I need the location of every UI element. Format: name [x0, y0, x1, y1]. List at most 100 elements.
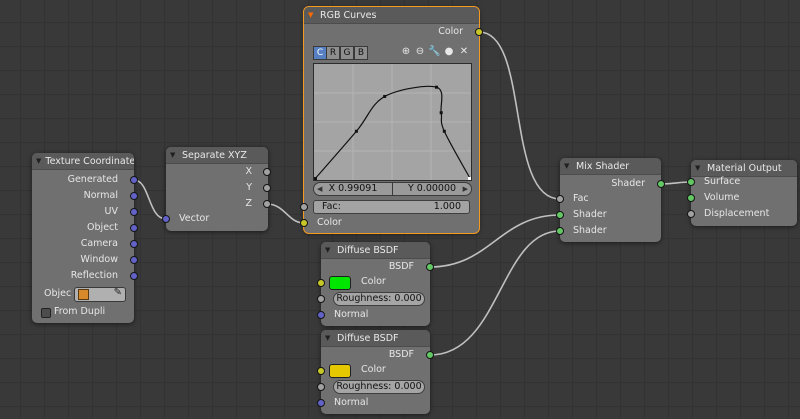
- from-dupli-label: From Dupli: [54, 306, 106, 317]
- roughness-field[interactable]: Roughness: 0.000: [333, 292, 425, 306]
- diffuse-bsdf-node-1[interactable]: ▼ Diffuse BSDF BSDF Color Roughness: 0.0…: [321, 242, 430, 326]
- collapse-triangle-icon[interactable]: ▼: [564, 162, 572, 170]
- socket-displacement[interactable]: [687, 210, 695, 218]
- output-bsdf: BSDF: [388, 349, 414, 360]
- collapse-triangle-icon[interactable]: ▼: [325, 246, 333, 254]
- socket-normal-2[interactable]: [317, 399, 325, 407]
- mix-shader-header[interactable]: ▼ Mix Shader: [560, 158, 661, 175]
- curve-toolbar: C R G B ⊕ ⊖ 🔧 ● ✕: [304, 43, 479, 61]
- input-vector: Vector: [179, 213, 210, 224]
- output-x: X: [245, 166, 252, 177]
- curve-control-point[interactable]: [468, 177, 471, 180]
- output-normal: Normal: [83, 190, 118, 201]
- diffuse-bsdf-header[interactable]: ▼ Diffuse BSDF: [321, 242, 430, 259]
- collapse-triangle-icon[interactable]: ▼: [36, 157, 41, 165]
- output-reflection: Reflection: [70, 270, 118, 281]
- socket-curves-color-in[interactable]: [300, 219, 308, 227]
- x-coordinate-field[interactable]: ◀ X 0.99091: [313, 182, 393, 196]
- socket-reflection[interactable]: [130, 272, 138, 280]
- node-title: Diffuse BSDF: [337, 244, 399, 256]
- socket-surface[interactable]: [687, 178, 695, 186]
- rgb-curves-header[interactable]: ▼ RGB Curves: [304, 7, 479, 24]
- socket-bsdf-2[interactable]: [426, 351, 434, 359]
- increment-arrow-icon[interactable]: ▶: [463, 183, 468, 195]
- curve-control-point[interactable]: [314, 177, 317, 180]
- socket-roughness-2[interactable]: [317, 383, 325, 391]
- output-camera: Camera: [80, 238, 118, 249]
- material-output-node[interactable]: ▼ Material Output Surface Volume Displac…: [691, 160, 797, 226]
- from-dupli-checkbox[interactable]: [41, 308, 51, 318]
- curve-control-point[interactable]: [354, 129, 358, 133]
- zoom-in-icon[interactable]: ⊕: [400, 45, 412, 59]
- diffuse-bsdf-node-2[interactable]: ▼ Diffuse BSDF BSDF Color Roughness: 0.0…: [321, 330, 430, 414]
- channel-tab-g[interactable]: G: [340, 46, 354, 60]
- socket-window[interactable]: [130, 256, 138, 264]
- curve-control-point[interactable]: [439, 111, 443, 115]
- channel-tab-r[interactable]: R: [326, 46, 340, 60]
- separate-xyz-header[interactable]: ▼ Separate XYZ: [166, 147, 268, 164]
- socket-mix-shader-2[interactable]: [556, 227, 564, 235]
- output-color: Color: [438, 26, 463, 37]
- link-generated-to-vector: [133, 179, 167, 220]
- socket-mix-shader-out[interactable]: [657, 180, 665, 188]
- collapse-triangle-icon[interactable]: ▼: [695, 164, 703, 172]
- diffuse-bsdf-header[interactable]: ▼ Diffuse BSDF: [321, 330, 430, 347]
- cube-icon: [78, 289, 89, 300]
- socket-mix-shader-1[interactable]: [556, 211, 564, 219]
- y-coordinate-field[interactable]: Y 0.00000 ▶: [392, 182, 472, 196]
- collapse-triangle-icon[interactable]: ▼: [170, 151, 178, 159]
- socket-volume[interactable]: [687, 194, 695, 202]
- object-field[interactable]: ✎: [74, 287, 126, 302]
- link-diffuse2-to-shader: [429, 230, 561, 356]
- socket-object[interactable]: [130, 224, 138, 232]
- socket-z[interactable]: [263, 200, 271, 208]
- socket-normal[interactable]: [130, 192, 138, 200]
- curve-control-point[interactable]: [383, 94, 387, 98]
- socket-camera[interactable]: [130, 240, 138, 248]
- output-shader: Shader: [611, 178, 645, 189]
- fac-field[interactable]: Fac: 1.000: [313, 200, 470, 214]
- color-label: Color: [361, 364, 386, 375]
- rgb-curves-node[interactable]: ▼ RGB Curves Color C R G B ⊕ ⊖ 🔧 ● ✕ ◀ X…: [304, 7, 479, 233]
- socket-curves-color-out[interactable]: [475, 28, 483, 36]
- socket-roughness-1[interactable]: [317, 295, 325, 303]
- color-swatch[interactable]: [329, 364, 351, 378]
- output-window: Window: [80, 254, 118, 265]
- wrench-icon[interactable]: 🔧: [428, 45, 440, 59]
- collapse-triangle-icon[interactable]: ▼: [308, 11, 316, 19]
- channel-tab-b[interactable]: B: [354, 46, 368, 60]
- node-title: RGB Curves: [320, 9, 377, 21]
- curve-control-point[interactable]: [442, 129, 446, 133]
- mix-shader-node[interactable]: ▼ Mix Shader Shader Fac Shader Shader: [560, 158, 661, 242]
- collapse-triangle-icon[interactable]: ▼: [325, 334, 333, 342]
- texture-coordinate-header[interactable]: ▼ Texture Coordinate: [32, 153, 134, 170]
- separate-xyz-node[interactable]: ▼ Separate XYZ X Y Z Vector: [166, 147, 268, 231]
- socket-color-2[interactable]: [317, 367, 325, 375]
- socket-uv[interactable]: [130, 208, 138, 216]
- link-curves-color-to-fac: [478, 31, 561, 200]
- socket-vector[interactable]: [162, 215, 170, 223]
- eyedropper-icon[interactable]: ✎: [114, 287, 122, 298]
- socket-x[interactable]: [263, 168, 271, 176]
- socket-fac[interactable]: [300, 203, 308, 211]
- roughness-field[interactable]: Roughness: 0.000: [333, 380, 425, 394]
- socket-y[interactable]: [263, 184, 271, 192]
- close-icon[interactable]: ✕: [458, 45, 470, 59]
- point-icon[interactable]: ●: [443, 45, 455, 59]
- socket-normal-1[interactable]: [317, 311, 325, 319]
- curve-graph[interactable]: [313, 63, 472, 181]
- decrement-arrow-icon[interactable]: ◀: [317, 183, 322, 195]
- curve-control-point[interactable]: [434, 85, 438, 89]
- curve-points: [314, 85, 471, 180]
- y-coordinate: Y 0.00000: [407, 183, 457, 194]
- output-object: Object: [87, 222, 118, 233]
- zoom-out-icon[interactable]: ⊖: [414, 45, 426, 59]
- curve-line: [314, 85, 471, 180]
- socket-color-1[interactable]: [317, 279, 325, 287]
- socket-bsdf-1[interactable]: [426, 263, 434, 271]
- texture-coordinate-node[interactable]: ▼ Texture Coordinate Generated Normal UV…: [32, 153, 134, 323]
- color-swatch[interactable]: [329, 276, 351, 290]
- channel-tab-c[interactable]: C: [313, 46, 327, 60]
- socket-generated[interactable]: [130, 176, 138, 184]
- socket-mix-fac[interactable]: [556, 195, 564, 203]
